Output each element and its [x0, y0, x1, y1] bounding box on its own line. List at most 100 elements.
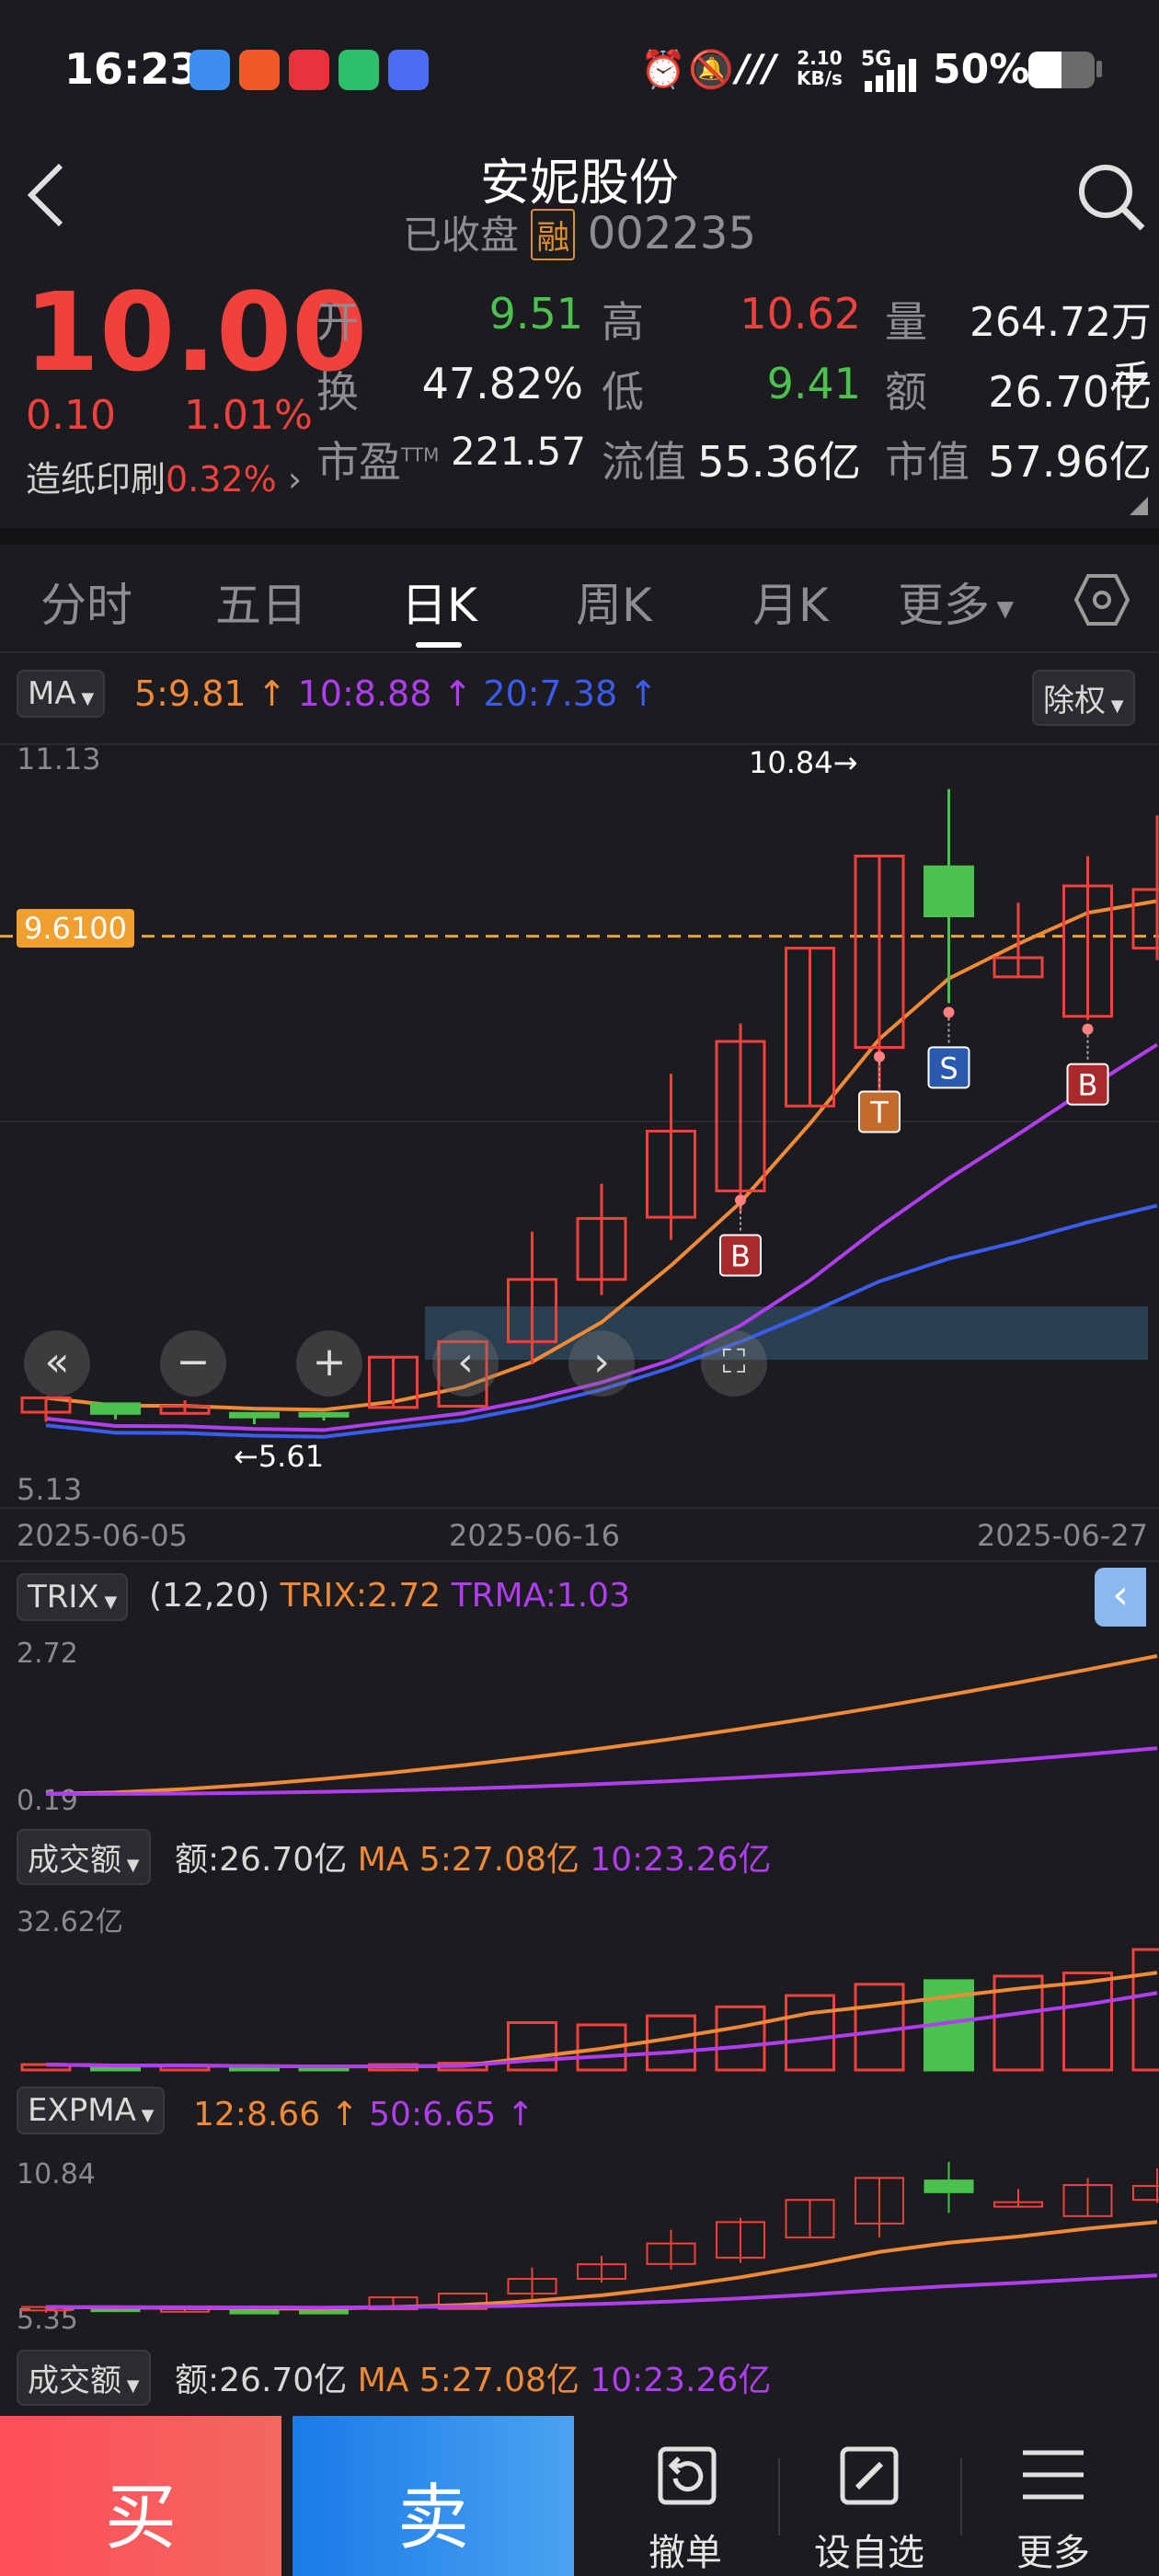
signal-dot [1082, 1023, 1094, 1035]
tab-more[interactable]: 更多 ▼ [898, 569, 1014, 635]
candle-body [1131, 888, 1159, 950]
signal-label: S [939, 1051, 958, 1086]
tab-weekly-k[interactable]: 周K [576, 569, 652, 635]
volume-amount: 额:26.70亿 [175, 1841, 348, 1879]
ma-indicator-select[interactable]: MA ▼ [17, 670, 106, 718]
caret-down-icon: ▼ [121, 2376, 140, 2396]
volume-indicator-select[interactable]: 成交额 ▼ [17, 1829, 151, 1885]
volume-bar [785, 1994, 835, 2072]
volume-values: 额:26.70亿 MA 5:27.08亿 10:23.26亿 [175, 1833, 771, 1880]
signal-dot [943, 1006, 955, 1018]
stock-subtitle: 已收盘 融 002235 [0, 204, 1159, 260]
net-speed-value: 2.10 [797, 47, 843, 69]
scroll-right-button[interactable]: › [568, 1330, 635, 1397]
volume2-ma5: MA 5:27.08亿 [357, 2362, 580, 2399]
add-watchlist-button[interactable]: 设自选 [782, 2434, 957, 2574]
panel-divider [0, 1560, 1159, 1562]
tabs-divider [0, 651, 1159, 653]
battery-tip [1096, 61, 1102, 77]
market-cap-label: 市值 [885, 437, 970, 487]
volume2-indicator-select[interactable]: 成交额 ▼ [17, 2350, 151, 2406]
date-label-mid: 2025-06-16 [449, 1518, 620, 1553]
battery-percent: 50% [933, 46, 1030, 93]
scroll-left-button[interactable]: ‹ [432, 1330, 499, 1397]
sell-button[interactable]: 卖 [293, 2416, 574, 2576]
candle-body [229, 1411, 280, 1419]
trix-value: TRIX:2.72 [280, 1577, 442, 1615]
scroll-to-start-button[interactable]: « [24, 1330, 90, 1397]
tab-intraday[interactable]: 分时 [40, 569, 132, 635]
alarm-icon: ⏰ [640, 49, 686, 91]
margin-badge: 融 [531, 209, 576, 260]
caret-down-icon: ▼ [135, 2106, 155, 2125]
expma-indicator-select[interactable]: EXPMA ▼ [17, 2087, 166, 2134]
expma-candle-body [1132, 2185, 1159, 2202]
trix-indicator-select[interactable]: TRIX ▼ [17, 1573, 129, 1621]
app-icon-5 [388, 50, 429, 90]
ma-label: MA [28, 675, 76, 712]
cancel-order-button[interactable]: 撤单 [598, 2434, 773, 2574]
caret-down-icon: ▼ [990, 595, 1015, 622]
candlestick-chart[interactable]: B T S B [0, 736, 1159, 1518]
collapse-panel-button[interactable]: ‹ [1095, 1568, 1146, 1627]
volume-bar [715, 2005, 766, 2072]
more-button[interactable]: 更多 [966, 2434, 1141, 2574]
ma-values: 5:9.81 ↑ 10:8.88 ↑ 20:7.38 ↑ [134, 673, 658, 714]
edit-icon [840, 2446, 899, 2505]
ma10-value: 10:8.88 ↑ [297, 673, 473, 714]
float-cap-value: 55.36亿 [697, 437, 861, 487]
industry-name: 造纸印刷 [26, 459, 166, 500]
turnover-label: 换 [316, 367, 359, 417]
active-tab-indicator [416, 642, 462, 648]
notification-icons [189, 50, 438, 90]
caret-down-icon: ▼ [75, 689, 95, 708]
trix-line [45, 1654, 1158, 1796]
sell-label: 卖 [396, 2477, 469, 2559]
zoom-in-button[interactable]: + [296, 1330, 362, 1397]
adjust-label: 除权 [1043, 683, 1106, 719]
app-icon-2 [239, 50, 280, 90]
industry-link[interactable]: 造纸印刷0.32% › [26, 451, 302, 501]
tab-five-day[interactable]: 五日 [215, 569, 307, 635]
settings-hexagon-icon[interactable] [1074, 572, 1130, 627]
buy-button[interactable]: 买 [0, 2416, 281, 2576]
add-watchlist-label: 设自选 [814, 2532, 924, 2574]
volume-ma5: MA 5:27.08亿 [357, 1841, 580, 1879]
pe-label-text: 市盈 [316, 437, 401, 487]
float-cap-label: 流值 [602, 437, 686, 487]
volume-ma5-line [45, 1971, 1158, 2069]
app-icon-3 [289, 50, 329, 90]
signal-label: T [869, 1096, 889, 1131]
expma50-value: 50:6.65 ↑ [369, 2096, 534, 2133]
low-value: 9.41 [766, 359, 861, 408]
fullscreen-button[interactable]: ⛶ [701, 1330, 767, 1397]
chevron-right-icon: › [287, 459, 303, 500]
search-icon[interactable] [1076, 162, 1146, 232]
tab-monthly-k[interactable]: 月K [752, 569, 829, 635]
tab-daily-k[interactable]: 日K [401, 569, 477, 635]
expand-corner-icon[interactable] [1130, 497, 1148, 515]
low-label: 低 [602, 367, 644, 417]
volume2-values: 额:26.70亿 MA 5:27.08亿 10:23.26亿 [175, 2353, 771, 2401]
adjust-select[interactable]: 除权 ▼ [1032, 670, 1135, 726]
amount-value: 26.70亿 [988, 367, 1152, 417]
volume-bar [854, 1983, 905, 2072]
stock-code: 002235 [587, 208, 756, 259]
bottom-bar: 买 卖 撤单 设自选 更多 [0, 2416, 1159, 2576]
amount-label: 额 [885, 367, 927, 417]
candle-body [90, 1402, 141, 1415]
price-change-pct: 1.01% [184, 392, 313, 439]
app-icon-4 [339, 50, 379, 90]
expma-candle-body [299, 2309, 349, 2315]
buy-label: 买 [104, 2477, 177, 2559]
menu-icon [1023, 2450, 1084, 2500]
mute-icon: 🔕 [688, 49, 734, 91]
zoom-out-button[interactable]: − [160, 1330, 226, 1397]
volume2-label: 成交额 [28, 2363, 121, 2399]
date-label-end: 2025-06-27 [977, 1518, 1148, 1553]
open-value: 9.51 [488, 289, 583, 339]
volume-ma10: 10:23.26亿 [590, 1841, 772, 1879]
divider [960, 2458, 962, 2536]
trma-value: TRMA:1.03 [451, 1577, 630, 1615]
signal-dot [874, 1051, 885, 1063]
